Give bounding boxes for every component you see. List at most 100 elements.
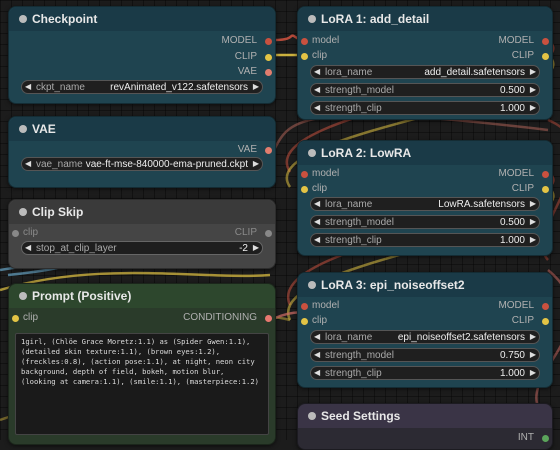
- seed-settings-node[interactable]: Seed Settings INT: [297, 403, 553, 450]
- strength-clip-label: strength_clip: [325, 235, 382, 246]
- clip-skip-node[interactable]: Clip Skip clip CLIP ◀ stop_at_clip_layer…: [8, 199, 276, 269]
- checkpoint-header[interactable]: Checkpoint: [9, 7, 275, 31]
- input-clip-label: clip: [312, 50, 328, 61]
- collapse-dot-icon[interactable]: [19, 292, 27, 300]
- stop-at-clip-layer-stepper[interactable]: ◀ stop_at_clip_layer -2 ▶: [21, 241, 263, 255]
- input-clip-dot[interactable]: [301, 186, 308, 193]
- output-clip-dot[interactable]: [265, 54, 272, 61]
- lora-name-label: lora_name: [325, 199, 373, 210]
- lora-name-combo[interactable]: ◀ lora_name epi_noiseoffset2.safetensors…: [310, 330, 540, 344]
- input-model-label: model: [312, 35, 340, 46]
- output-clip-dot[interactable]: [542, 53, 549, 60]
- decrement-icon[interactable]: ◀: [314, 85, 320, 94]
- seed-settings-header[interactable]: Seed Settings: [298, 404, 552, 428]
- output-model-label: MODEL: [498, 35, 534, 46]
- output-vae-dot[interactable]: [265, 147, 272, 154]
- ckpt-name-combo[interactable]: ◀ ckpt_name revAnimated_v122.safetensors…: [21, 80, 263, 94]
- prompt-textarea[interactable]: 1girl, (Chlöe Grace Moretz:1.1) as (Spid…: [15, 333, 269, 435]
- vae-node[interactable]: VAE VAE ◀ vae_name vae-ft-mse-840000-ema…: [8, 116, 276, 188]
- increment-icon[interactable]: ▶: [530, 235, 536, 244]
- arrow-left-icon[interactable]: ◀: [314, 67, 320, 76]
- output-clip-label: CLIP: [234, 51, 257, 62]
- output-clip-dot[interactable]: [265, 230, 272, 237]
- stop-at-clip-layer-label: stop_at_clip_layer: [36, 243, 117, 254]
- output-clip-dot[interactable]: [542, 318, 549, 325]
- strength-model-value: 0.750: [499, 350, 525, 361]
- strength-clip-stepper[interactable]: ◀ strength_clip 1.000 ▶: [310, 233, 540, 247]
- output-vae-dot[interactable]: [265, 69, 272, 76]
- input-model-dot[interactable]: [301, 303, 308, 310]
- lora-3-header[interactable]: LoRA 3: epi_noiseoffset2: [298, 273, 552, 297]
- decrement-icon[interactable]: ◀: [314, 103, 320, 112]
- collapse-dot-icon[interactable]: [308, 149, 316, 157]
- input-clip-dot[interactable]: [12, 230, 19, 237]
- increment-icon[interactable]: ▶: [530, 103, 536, 112]
- vae-name-combo[interactable]: ◀ vae_name vae-ft-mse-840000-ema-pruned.…: [21, 157, 263, 171]
- input-clip-dot[interactable]: [301, 318, 308, 325]
- arrow-right-icon[interactable]: ▶: [530, 332, 536, 341]
- checkpoint-title: Checkpoint: [32, 12, 98, 26]
- output-model-dot[interactable]: [265, 38, 272, 45]
- prompt-positive-node[interactable]: Prompt (Positive) clip CONDITIONING 1gir…: [8, 283, 276, 445]
- input-clip-dot[interactable]: [301, 53, 308, 60]
- arrow-right-icon[interactable]: ▶: [530, 67, 536, 76]
- output-model-label: MODEL: [498, 168, 534, 179]
- collapse-dot-icon[interactable]: [308, 15, 316, 23]
- strength-model-stepper[interactable]: ◀ strength_model 0.500 ▶: [310, 83, 540, 97]
- decrement-icon[interactable]: ◀: [314, 368, 320, 377]
- lora-1-node[interactable]: LoRA 1: add_detail model clip MODEL CLIP…: [297, 6, 553, 120]
- input-clip-dot[interactable]: [12, 315, 19, 322]
- collapse-dot-icon[interactable]: [19, 15, 27, 23]
- increment-icon[interactable]: ▶: [530, 368, 536, 377]
- increment-icon[interactable]: ▶: [530, 85, 536, 94]
- decrement-icon[interactable]: ◀: [314, 235, 320, 244]
- output-model-dot[interactable]: [542, 171, 549, 178]
- checkpoint-node[interactable]: Checkpoint MODEL CLIP VAE ◀ ckpt_name re…: [8, 6, 276, 104]
- input-clip-label: clip: [312, 315, 328, 326]
- output-clip-label: CLIP: [511, 50, 534, 61]
- output-clip-dot[interactable]: [542, 186, 549, 193]
- seed-settings-title: Seed Settings: [321, 409, 401, 423]
- decrement-icon[interactable]: ◀: [314, 350, 320, 359]
- arrow-right-icon[interactable]: ▶: [530, 199, 536, 208]
- prompt-title: Prompt (Positive): [32, 289, 132, 303]
- lora-2-header[interactable]: LoRA 2: LowRA: [298, 141, 552, 165]
- strength-model-value: 0.500: [499, 85, 525, 96]
- output-model-dot[interactable]: [542, 303, 549, 310]
- arrow-right-icon[interactable]: ▶: [253, 82, 259, 91]
- input-model-dot[interactable]: [301, 171, 308, 178]
- strength-model-stepper[interactable]: ◀ strength_model 0.500 ▶: [310, 215, 540, 229]
- collapse-dot-icon[interactable]: [19, 208, 27, 216]
- strength-clip-stepper[interactable]: ◀ strength_clip 1.000 ▶: [310, 366, 540, 380]
- output-int-dot[interactable]: [542, 435, 549, 442]
- increment-icon[interactable]: ▶: [530, 350, 536, 359]
- arrow-left-icon[interactable]: ◀: [314, 332, 320, 341]
- lora-name-label: lora_name: [325, 67, 373, 78]
- lora-name-combo[interactable]: ◀ lora_name LowRA.safetensors ▶: [310, 197, 540, 211]
- lora-3-node[interactable]: LoRA 3: epi_noiseoffset2 model clip MODE…: [297, 272, 553, 388]
- output-model-dot[interactable]: [542, 38, 549, 45]
- arrow-left-icon[interactable]: ◀: [314, 199, 320, 208]
- decrement-icon[interactable]: ◀: [314, 217, 320, 226]
- strength-clip-stepper[interactable]: ◀ strength_clip 1.000 ▶: [310, 101, 540, 115]
- clip-skip-header[interactable]: Clip Skip: [9, 200, 275, 224]
- output-conditioning-dot[interactable]: [265, 315, 272, 322]
- arrow-left-icon[interactable]: ◀: [25, 159, 31, 168]
- increment-icon[interactable]: ▶: [530, 217, 536, 226]
- collapse-dot-icon[interactable]: [308, 412, 316, 420]
- arrow-right-icon[interactable]: ▶: [253, 159, 259, 168]
- strength-model-stepper[interactable]: ◀ strength_model 0.750 ▶: [310, 348, 540, 362]
- decrement-icon[interactable]: ◀: [25, 243, 31, 252]
- lora-1-header[interactable]: LoRA 1: add_detail: [298, 7, 552, 31]
- prompt-header[interactable]: Prompt (Positive): [9, 284, 275, 308]
- lora-2-node[interactable]: LoRA 2: LowRA model clip MODEL CLIP ◀ lo…: [297, 140, 553, 256]
- arrow-left-icon[interactable]: ◀: [25, 82, 31, 91]
- increment-icon[interactable]: ▶: [253, 243, 259, 252]
- lora-name-label: lora_name: [325, 332, 373, 343]
- input-model-label: model: [312, 300, 340, 311]
- collapse-dot-icon[interactable]: [308, 281, 316, 289]
- input-model-dot[interactable]: [301, 38, 308, 45]
- collapse-dot-icon[interactable]: [19, 125, 27, 133]
- vae-header[interactable]: VAE: [9, 117, 275, 141]
- lora-name-combo[interactable]: ◀ lora_name add_detail.safetensors ▶: [310, 65, 540, 79]
